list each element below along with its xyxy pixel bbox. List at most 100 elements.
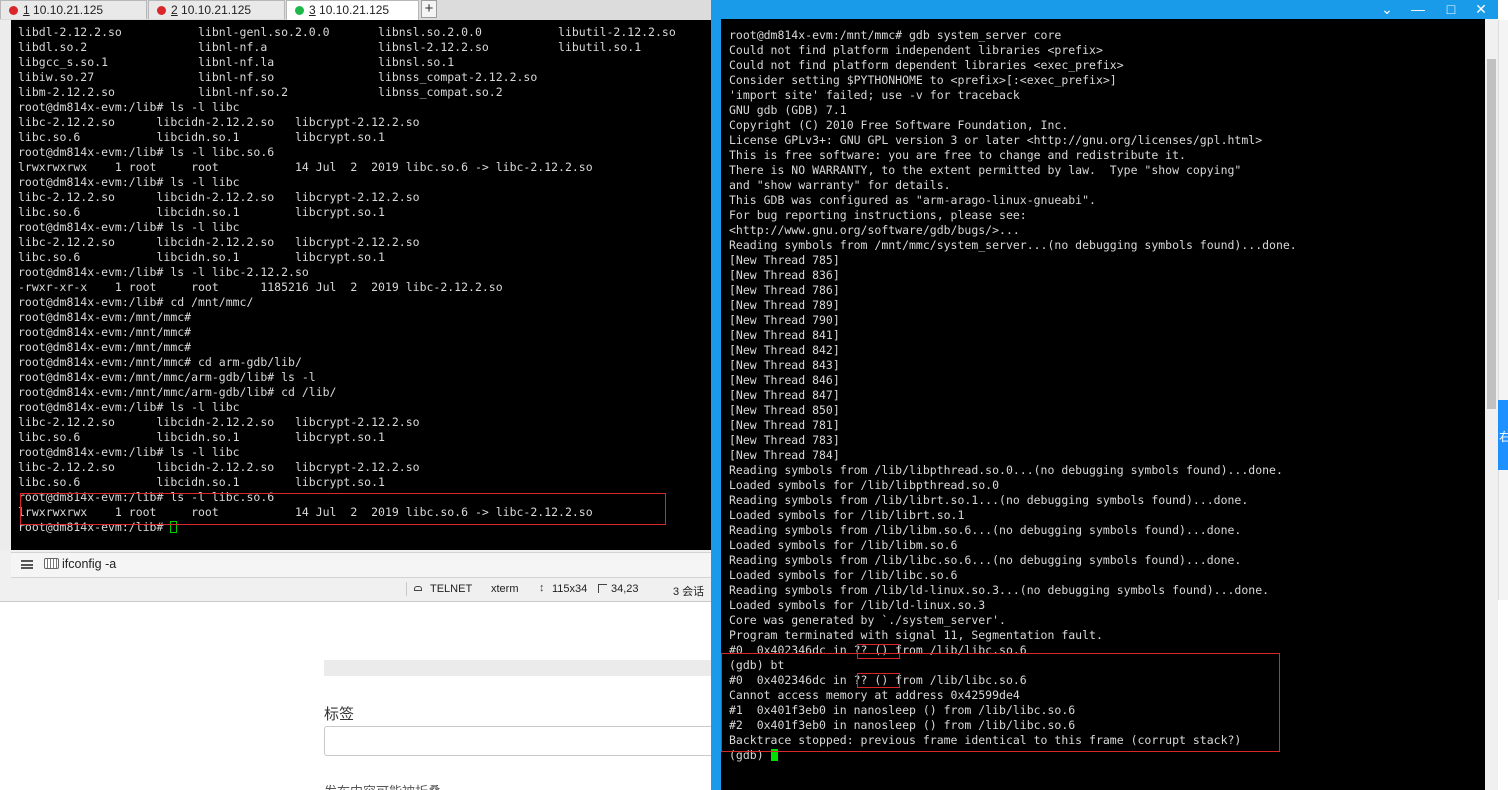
terminal-line: libc-2.12.2.so libcidn-2.12.2.so libcryp… [18,415,420,429]
terminal-line: root@dm814x-evm:/lib# ls -l libc-2.12.2.… [18,265,309,279]
tag-input[interactable] [324,726,724,756]
terminal-line: For bug reporting instructions, please s… [729,208,1027,222]
terminal-line: root@dm814x-evm:/lib# ls -l libc [18,445,240,459]
terminal-line: [New Thread 847] [729,388,840,402]
minimize-icon[interactable]: — [1403,0,1433,19]
status-dot-icon [9,6,18,15]
terminal-line: libgcc_s.so.1 libnl-nf.la libnsl.so.1 [18,55,455,69]
terminal-line: Could not find platform independent libr… [729,43,1103,57]
status-bar: TELNET xterm ↕ 115x34 34,23 3 会话 [0,578,712,600]
terminal-line: libc.so.6 libcidn.so.1 libcrypt.so.1 [18,475,385,489]
terminal-line: libdl-2.12.2.so libnl-genl.so.2.0.0 libn… [18,25,676,39]
terminal-line: libc-2.12.2.so libcidn-2.12.2.so libcryp… [18,190,420,204]
session-tab-1[interactable]: 1 10.10.21.125 [0,0,147,19]
session-tab-2[interactable]: 2 10.10.21.125 [148,0,285,19]
terminal-line: [New Thread 786] [729,283,840,297]
terminal-line: root@dm814x-evm:/mnt/mmc# [18,325,192,339]
terminal-line: [New Thread 784] [729,448,840,462]
terminal-line: [New Thread 842] [729,343,840,357]
terminal-line: Consider setting $PYTHONHOME to <prefix>… [729,73,1117,87]
background-side-button-label: 右 [1499,430,1508,444]
session-tab-strip: 1 10.10.21.125 2 10.10.21.125 3 10.10.21… [0,0,712,21]
scrollbar[interactable] [1485,19,1498,790]
left-gutter [0,20,11,550]
terminal-line: root@dm814x-evm:/lib# ls -l libc [18,400,240,414]
terminal-line: Reading symbols from /lib/libc.so.6...(n… [729,553,1242,567]
close-icon[interactable]: ✕ [1466,0,1496,19]
terminal-line: [New Thread 785] [729,253,840,267]
resize-icon: ↕ [539,582,545,594]
terminal-line: libc.so.6 libcidn.so.1 libcrypt.so.1 [18,205,385,219]
tab-number: 3 [309,3,316,17]
terminal-line: libdl.so.2 libnl-nf.a libnsl-2.12.2.so l… [18,40,642,54]
terminal-line: <http://www.gnu.org/software/gdb/bugs/>.… [729,223,1020,237]
terminal-line: Copyright (C) 2010 Free Software Foundat… [729,118,1069,132]
scrollbar-thumb[interactable] [1487,59,1496,409]
terminal-line: [New Thread 783] [729,433,840,447]
terminal-line: This is free software: you are free to c… [729,148,1186,162]
status-cursor-pos: 34,23 [611,583,639,595]
terminal-line: libc.so.6 libcidn.so.1 libcrypt.so.1 [18,250,385,264]
gdb-terminal-output[interactable]: root@dm814x-evm:/mnt/mmc# gdb system_ser… [721,19,1498,790]
terminal-line: Loaded symbols for /lib/libm.so.6 [729,538,958,552]
terminal-line: Core was generated by `./system_server'. [729,613,1006,627]
terminal-line: License GPLv3+: GNU GPL version 3 or lat… [729,133,1263,147]
terminal-line: Loaded symbols for /lib/librt.so.1 [729,508,965,522]
terminal-line: libc.so.6 libcidn.so.1 libcrypt.so.1 [18,130,385,144]
status-terminal-type: xterm [491,583,519,595]
terminal-line: -rwxr-xr-x 1 root root 1185216 Jul 2 201… [18,280,503,294]
terminal-line: root@dm814x-evm:/lib# ls -l libc [18,220,240,234]
terminal-line: [New Thread 843] [729,358,840,372]
terminal-line: root@dm814x-evm:/lib# cd /mnt/mmc/ [18,295,254,309]
background-right-strip [1498,20,1508,600]
terminal-line: [New Thread 789] [729,298,840,312]
terminal-line: Loaded symbols for /lib/ld-linux.so.3 [729,598,986,612]
terminal-line: root@dm814x-evm:/lib# ls -l libc [18,175,240,189]
session-tab-3[interactable]: 3 10.10.21.125 [286,0,419,20]
terminal-line: libc.so.6 libcidn.so.1 libcrypt.so.1 [18,430,385,444]
terminal-line: Loaded symbols for /lib/libc.so.6 [729,568,958,582]
terminal-line: libc-2.12.2.so libcidn-2.12.2.so libcryp… [18,235,420,249]
terminal-line: lrwxrwxrwx 1 root root 14 Jul 2 2019 lib… [18,160,593,174]
background-bottom-text: 发布内容可能被折叠 [324,781,441,790]
collapse-icon[interactable]: ⌄ [1372,0,1402,19]
terminal-line: and "show warranty" for details. [729,178,951,192]
tab-number: 1 [23,3,30,17]
terminal-line: libiw.so.27 libnl-nf.so libnss_compat-2.… [18,70,538,84]
command-input[interactable]: ifconfig -a [62,557,116,571]
status-size: 115x34 [552,583,588,595]
terminal-line: Reading symbols from /lib/ld-linux.so.3.… [729,583,1270,597]
left-terminal-window: 1 10.10.21.125 2 10.10.21.125 3 10.10.21… [0,0,713,602]
terminal-line: Reading symbols from /lib/libm.so.6...(n… [729,523,1242,537]
status-protocol: TELNET [430,583,473,595]
left-terminal-output[interactable]: libdl-2.12.2.so libnl-genl.so.2.0.0 libn… [11,20,712,550]
tag-label: 标签 [324,706,355,723]
terminal-line: libc-2.12.2.so libcidn-2.12.2.so libcryp… [18,115,420,129]
terminal-line: root@dm814x-evm:/mnt/mmc/arm-gdb/lib# cd… [18,385,337,399]
terminal-line: 'import site' failed; use -v for traceba… [729,88,1020,102]
terminal-line: [New Thread 781] [729,418,840,432]
menu-icon[interactable] [21,560,33,569]
tab-label: 10.10.21.125 [181,3,252,17]
add-tab-button[interactable]: + [421,0,437,18]
status-sessions: 3 会话 [673,586,705,598]
command-bar[interactable]: ifconfig -a [11,552,712,578]
terminal-line: root@dm814x-evm:/mnt/mmc/arm-gdb/lib# ls… [18,370,316,384]
status-dot-icon [295,6,304,15]
tab-label: 10.10.21.125 [319,3,390,17]
maximize-icon[interactable]: □ [1436,0,1466,19]
terminal-line: GNU gdb (GDB) 7.1 [729,103,847,117]
window-titlebar[interactable]: ⌄ — □ ✕ [711,0,1498,19]
terminal-line: Loaded symbols for /lib/libpthread.so.0 [729,478,1000,492]
highlight-box-small [857,673,900,688]
terminal-line: libm-2.12.2.so libnl-nf.so.2 libnss_comp… [18,85,503,99]
tab-label: 10.10.21.125 [33,3,104,17]
keyboard-icon[interactable] [44,558,59,569]
status-dot-icon [157,6,166,15]
highlight-box [20,493,666,525]
terminal-line: root@dm814x-evm:/mnt/mmc# [18,310,192,324]
left-terminal-text: libdl-2.12.2.so libnl-genl.so.2.0.0 libn… [18,25,676,535]
terminal-line: Reading symbols from /lib/libpthread.so.… [729,463,1283,477]
cursor-position-icon [598,584,607,593]
terminal-line: Program terminated with signal 11, Segme… [729,628,1103,642]
